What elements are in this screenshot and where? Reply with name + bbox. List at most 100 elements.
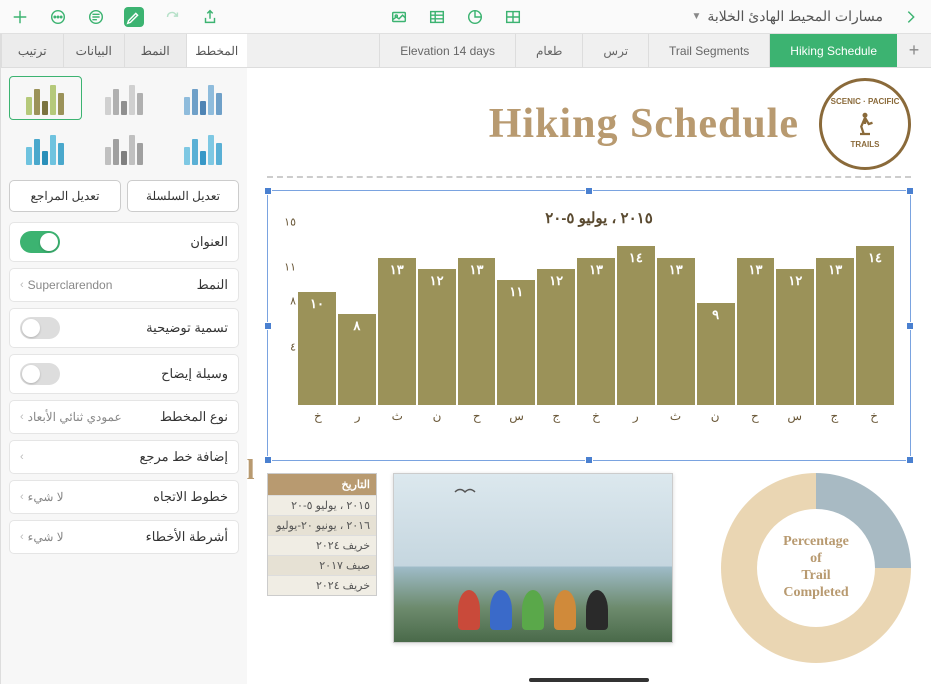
- home-indicator: [529, 678, 649, 682]
- spreadsheet-canvas[interactable]: Hiking Schedule SCENIC · PACIFIC TRAILS …: [247, 68, 931, 684]
- x-tick: ن: [695, 409, 735, 423]
- x-tick: ح: [457, 409, 497, 423]
- caption-row[interactable]: تسمية توضيحية: [9, 308, 239, 348]
- inspector-tab-data[interactable]: البيانات: [63, 34, 125, 67]
- edit-refs-button[interactable]: تعديل المراجع: [9, 180, 121, 212]
- trails-logo: SCENIC · PACIFIC TRAILS: [819, 78, 911, 170]
- person-silhouette: [522, 590, 544, 630]
- chart-bar: ١٠: [298, 292, 336, 405]
- bar-value-label: ١٣: [669, 262, 683, 278]
- bar-value-label: ١٢: [788, 273, 802, 289]
- format-icon[interactable]: [86, 7, 106, 27]
- inspector-tab-arrange[interactable]: ترتيب: [1, 34, 63, 67]
- table-row[interactable]: ٢٠١٥ ، يوليو ٥-٢٠: [268, 495, 376, 515]
- date-table[interactable]: التاريخ ٢٠١٥ ، يوليو ٥-٢٠٢٠١٦ ، يونيو ٢٠…: [267, 473, 377, 596]
- chart-style-thumb[interactable]: [88, 76, 161, 120]
- table-header: التاريخ: [268, 474, 376, 495]
- chart-style-thumb[interactable]: [166, 76, 239, 120]
- bar-value-label: ١٣: [749, 262, 763, 278]
- chart-bar: ١٢: [776, 269, 814, 405]
- table-row[interactable]: صيف ٢٠١٧: [268, 555, 376, 575]
- chart-bar: ١٢: [537, 269, 575, 405]
- inspector-tab-style[interactable]: النمط: [124, 34, 186, 67]
- sheet-tab-food[interactable]: طعام: [515, 34, 582, 67]
- x-tick: ث: [656, 409, 696, 423]
- y-tick: ١١: [284, 261, 296, 274]
- top-toolbar: ▼مسارات المحيط الهادئ الخلابة: [0, 0, 931, 34]
- chart-icon[interactable]: [465, 7, 485, 27]
- hiker-icon: [850, 109, 880, 139]
- bar-value-label: ١٢: [430, 273, 444, 289]
- table-row[interactable]: ٢٠١٦ ، يونيو ٢٠-يوليو: [268, 515, 376, 535]
- chart-bar: ١١: [497, 280, 535, 405]
- chart-title: ٢٠١٥ ، يوليو ٥-٢٠: [298, 209, 900, 227]
- bar-value-label: ١٣: [469, 262, 483, 278]
- person-silhouette: [586, 590, 608, 630]
- bar-value-label: ٨: [353, 318, 360, 334]
- table-row[interactable]: خريف ٢٠٢٤: [268, 575, 376, 595]
- chart-bar: ١٣: [577, 258, 615, 405]
- chart-bar: ١٣: [378, 258, 416, 405]
- table-row[interactable]: خريف ٢٠٢٤: [268, 535, 376, 555]
- inspector-panel: تعديل المراجع تعديل السلسلة العنوان النم…: [0, 68, 247, 684]
- chart-type-row[interactable]: نوع المخطط ‹عمودي ثنائي الأبعاد: [9, 400, 239, 434]
- title-toggle-row[interactable]: العنوان: [9, 222, 239, 262]
- inspector-tabs: ترتيب البيانات النمط المخطط: [0, 34, 247, 67]
- media-icon[interactable]: [389, 7, 409, 27]
- sheet-tab-elevation[interactable]: Elevation 14 days: [379, 34, 515, 67]
- chart-bar: ١٤: [856, 246, 894, 405]
- paint-icon[interactable]: [124, 7, 144, 27]
- cell-icon[interactable]: [503, 7, 523, 27]
- legend-toggle[interactable]: [20, 363, 60, 385]
- y-tick: ٨: [290, 295, 296, 308]
- sheet-tab-hiking[interactable]: Hiking Schedule: [769, 34, 897, 67]
- caption-toggle[interactable]: [20, 317, 60, 339]
- x-tick: خ: [854, 409, 894, 423]
- x-tick: ر: [616, 409, 656, 423]
- share-icon[interactable]: [200, 7, 220, 27]
- x-tick: ج: [536, 409, 576, 423]
- chart-bar: ١٤: [617, 246, 655, 405]
- table-title-fragment: ail: [247, 455, 255, 487]
- x-tick: ح: [735, 409, 775, 423]
- document-title[interactable]: ▼مسارات المحيط الهادئ الخلابة: [692, 8, 883, 25]
- redo-icon: [162, 7, 182, 27]
- sheet-tab-segments[interactable]: Trail Segments: [648, 34, 769, 67]
- bar-value-label: ٩: [712, 307, 719, 323]
- chart-style-thumb[interactable]: [9, 126, 82, 170]
- table-icon[interactable]: [427, 7, 447, 27]
- chart-bar: ٨: [338, 314, 376, 405]
- x-tick: ر: [338, 409, 378, 423]
- page-title: Hiking Schedule: [489, 100, 799, 148]
- sheet-tab-gear[interactable]: ترس: [582, 34, 648, 67]
- trend-row[interactable]: خطوط الاتجاه ‹لا شيء: [9, 480, 239, 514]
- back-icon[interactable]: [901, 7, 921, 27]
- title-toggle[interactable]: [20, 231, 60, 253]
- error-row[interactable]: أشرطة الأخطاء ‹لا شيء: [9, 520, 239, 554]
- edit-series-button[interactable]: تعديل السلسلة: [127, 180, 239, 212]
- chart-style-thumb[interactable]: [88, 126, 161, 170]
- legend-row[interactable]: وسيلة إيضاح: [9, 354, 239, 394]
- style-row[interactable]: النمط ‹Superclarendon: [9, 268, 239, 302]
- chart-bar: ١٣: [816, 258, 854, 405]
- refline-row[interactable]: إضافة خط مرجع ‹: [9, 440, 239, 474]
- chart-bar: ١٢: [418, 269, 456, 405]
- tabs-bar: ترتيب البيانات النمط المخطط + Hiking Sch…: [0, 34, 931, 68]
- chart-style-thumb[interactable]: [166, 126, 239, 170]
- completion-donut[interactable]: PercentageofTrailCompleted: [721, 473, 911, 663]
- add-sheet-button[interactable]: +: [897, 34, 931, 67]
- person-silhouette: [490, 590, 512, 630]
- more-icon[interactable]: [48, 7, 68, 27]
- bar-chart-selected[interactable]: ٢٠١٥ ، يوليو ٥-٢٠ ٤٨١١١٥ ١٤١٣١٢١٣٩١٣١٤١٣…: [267, 190, 911, 461]
- person-silhouette: [554, 590, 576, 630]
- x-tick: ث: [377, 409, 417, 423]
- bar-value-label: ١٣: [390, 262, 404, 278]
- chart-style-thumb[interactable]: [9, 76, 82, 120]
- chart-bar: ١٣: [737, 258, 775, 405]
- add-icon[interactable]: [10, 7, 30, 27]
- x-tick: خ: [298, 409, 338, 423]
- donut-label: PercentageofTrailCompleted: [721, 473, 911, 663]
- beach-photo[interactable]: [393, 473, 673, 643]
- inspector-tab-chart[interactable]: المخطط: [186, 34, 248, 67]
- bar-value-label: ١٤: [868, 250, 882, 266]
